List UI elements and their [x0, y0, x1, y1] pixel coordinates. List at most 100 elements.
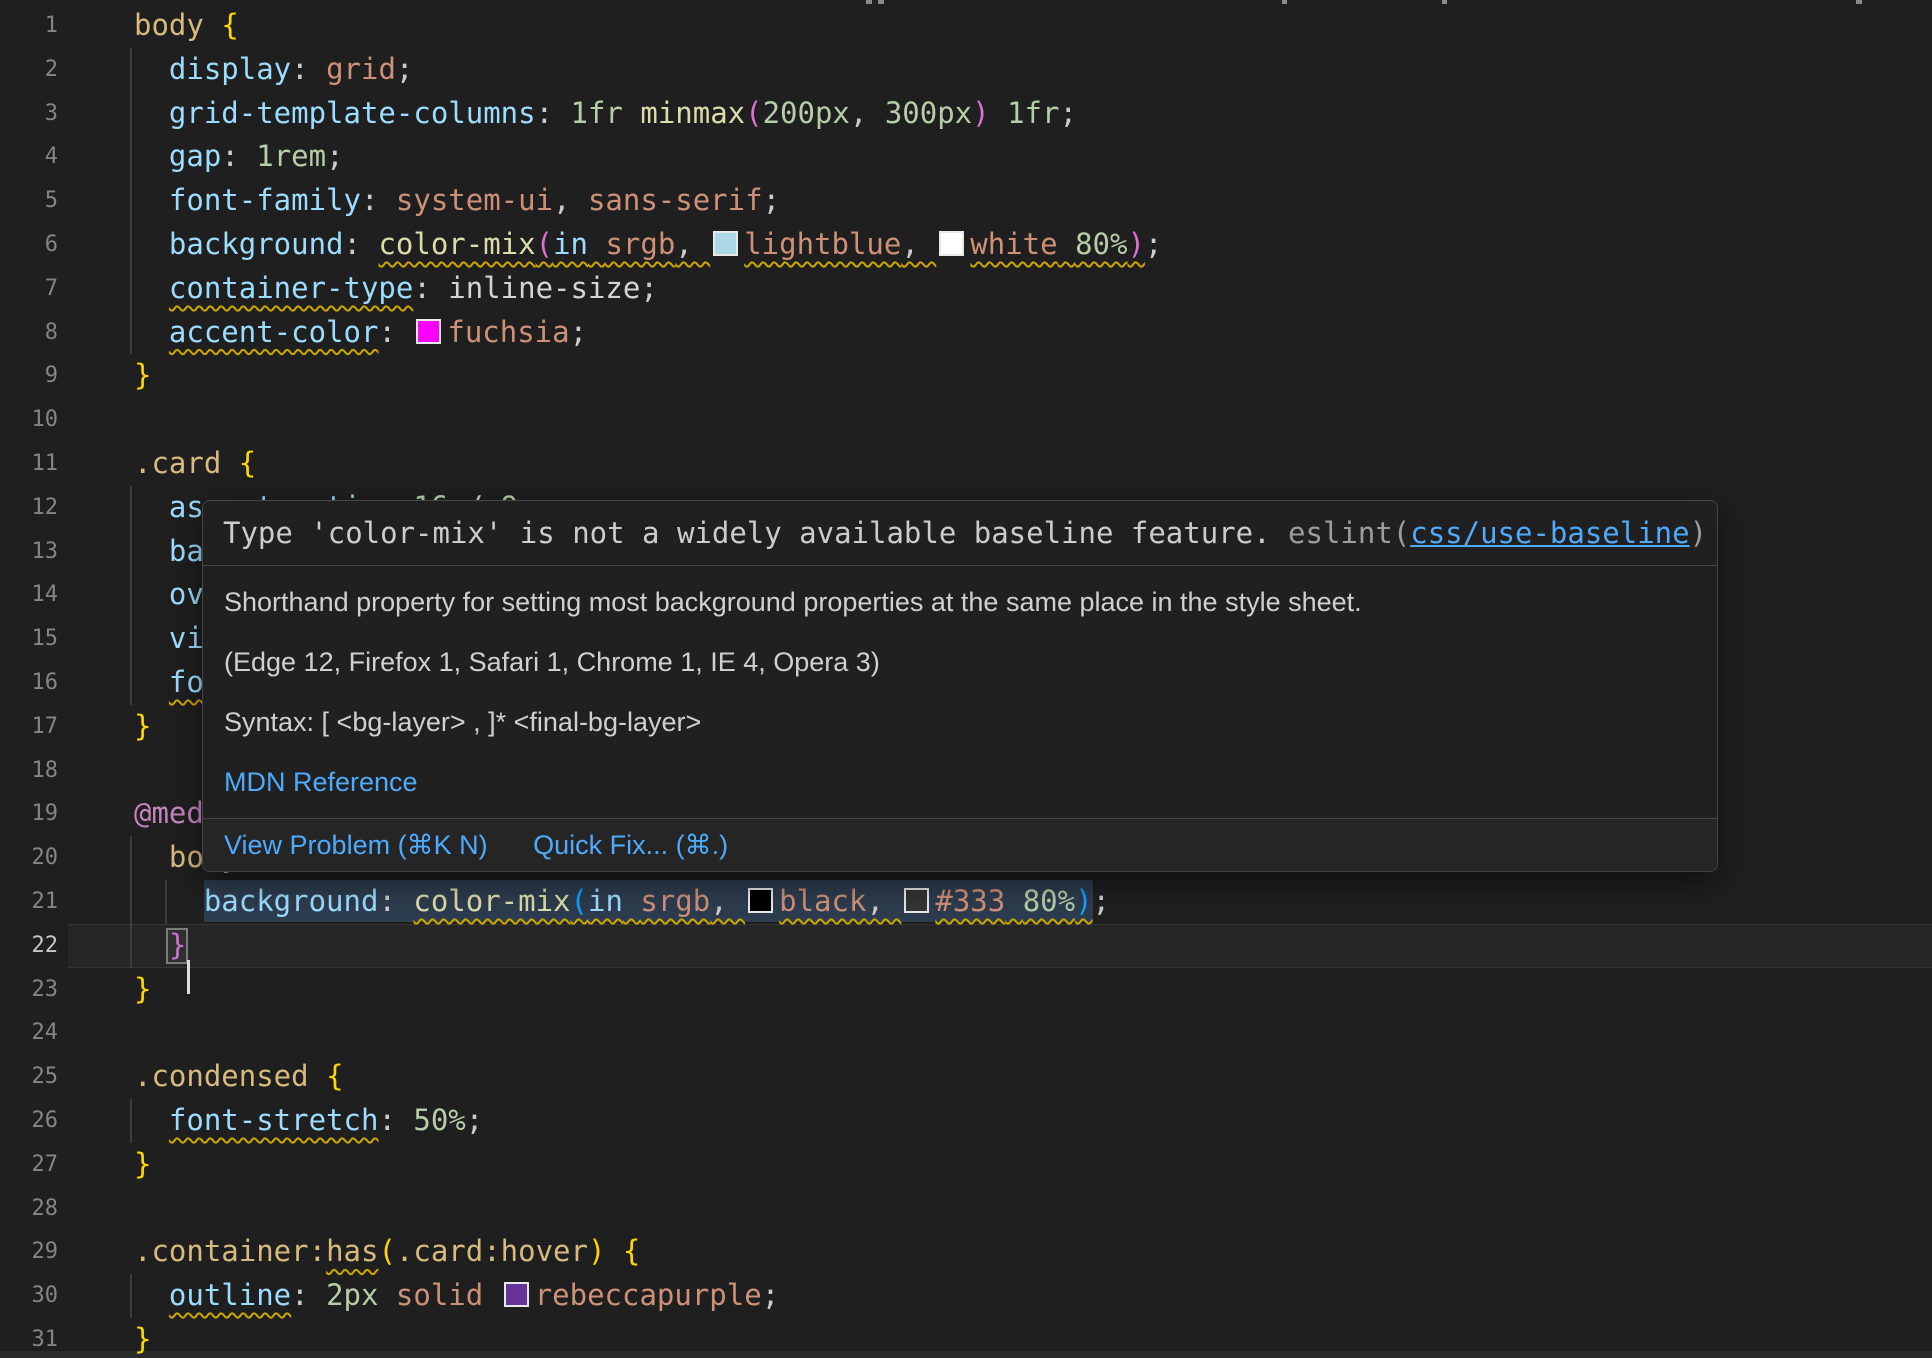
- code-text[interactable]: background: color-mix(in srgb, lightblue…: [134, 223, 1162, 267]
- code-text[interactable]: ba: [134, 530, 204, 574]
- code-line[interactable]: 22 }: [0, 924, 1932, 968]
- code-line[interactable]: 1body {: [0, 4, 1932, 48]
- code-token: ,: [850, 96, 885, 130]
- cutoff-text-fragment: [866, 0, 872, 4]
- code-line[interactable]: 29 .container:has(.card:hover) {: [0, 1230, 1932, 1274]
- code-token: ;: [763, 183, 780, 217]
- code-text[interactable]: fo: [134, 661, 204, 705]
- bottom-panel-edge: [0, 1351, 1932, 1358]
- code-text[interactable]: outline: 2px solid rebeccapurple;: [134, 1274, 779, 1318]
- code-token: 1rem: [256, 139, 326, 173]
- warning-squiggle: font-stretch: [169, 1103, 379, 1137]
- code-text[interactable]: font-stretch: 50%;: [134, 1099, 483, 1143]
- code-line[interactable]: 21 background: color-mix(in srgb, black,…: [0, 880, 1932, 924]
- color-swatch[interactable]: [904, 888, 929, 913]
- code-text[interactable]: }: [134, 1318, 151, 1358]
- code-line[interactable]: 27}: [0, 1143, 1932, 1187]
- code-text[interactable]: .condensed {: [134, 1055, 344, 1099]
- code-token: in: [553, 227, 588, 261]
- code-text[interactable]: font-family: system-ui, sans-serif;: [134, 179, 780, 223]
- code-line[interactable]: 7 container-type: inline-size;: [0, 267, 1932, 311]
- code-text[interactable]: background: color-mix(in srgb, black, #3…: [134, 880, 1110, 924]
- code-text[interactable]: vi: [134, 617, 204, 661]
- code-token: fo: [169, 665, 204, 699]
- color-swatch[interactable]: [713, 231, 738, 256]
- code-token: [134, 840, 169, 874]
- code-token: :: [378, 315, 413, 349]
- indent-guide: [130, 48, 132, 92]
- code-token: [990, 96, 1007, 130]
- code-text[interactable]: container-type: inline-size;: [134, 267, 658, 311]
- code-text[interactable]: grid-template-columns: 1fr minmax(200px,…: [134, 92, 1077, 136]
- warning-squiggle: outline: [169, 1278, 291, 1312]
- code-token: inline-size: [448, 271, 640, 305]
- code-line[interactable]: 5 font-family: system-ui, sans-serif;: [0, 179, 1932, 223]
- code-token: [1058, 227, 1075, 261]
- code-token: :: [378, 884, 413, 918]
- code-token: minmax: [640, 96, 745, 130]
- code-text[interactable]: .container:has(.card:hover) {: [134, 1230, 640, 1274]
- code-token: 300px: [885, 96, 972, 130]
- code-text[interactable]: gap: 1rem;: [134, 135, 344, 179]
- quick-fix-action[interactable]: Quick Fix... (⌘.): [533, 830, 728, 860]
- code-line[interactable]: 25 .condensed {: [0, 1055, 1932, 1099]
- code-line[interactable]: 23}: [0, 968, 1932, 1012]
- code-editor: 1body {2 display: grid;3 grid-template-c…: [0, 0, 1932, 1358]
- code-line[interactable]: 30 outline: 2px solid rebeccapurple;: [0, 1274, 1932, 1318]
- code-text[interactable]: }: [134, 924, 186, 968]
- code-text[interactable]: }: [134, 705, 151, 749]
- code-token: [134, 96, 169, 130]
- line-number: 29: [0, 1230, 58, 1274]
- code-token: #333: [935, 884, 1005, 918]
- color-swatch[interactable]: [416, 319, 441, 344]
- code-line[interactable]: 9}: [0, 354, 1932, 398]
- line-number: 3: [0, 92, 58, 136]
- warning-squiggle: (: [536, 227, 553, 261]
- code-line[interactable]: 8 accent-color: fuchsia;: [0, 311, 1932, 355]
- code-line[interactable]: 28: [0, 1187, 1932, 1231]
- code-token: fuchsia: [447, 315, 569, 349]
- code-token: 80%: [1075, 227, 1127, 261]
- code-line[interactable]: 10: [0, 398, 1932, 442]
- code-line[interactable]: 26 font-stretch: 50%;: [0, 1099, 1932, 1143]
- color-swatch[interactable]: [939, 231, 964, 256]
- code-token: .card:hover: [396, 1234, 588, 1268]
- warning-squiggle: 80%: [1075, 227, 1127, 261]
- code-token: :: [536, 96, 571, 130]
- eslint-rule-link[interactable]: css/use-baseline: [1410, 516, 1689, 550]
- code-line[interactable]: 4 gap: 1rem;: [0, 135, 1932, 179]
- view-problem-action[interactable]: View Problem (⌘K N): [224, 830, 488, 860]
- code-text[interactable]: display: grid;: [134, 48, 413, 92]
- mdn-reference-link[interactable]: MDN Reference: [224, 767, 418, 797]
- code-line[interactable]: 3 grid-template-columns: 1fr minmax(200p…: [0, 92, 1932, 136]
- code-text[interactable]: body {: [134, 4, 239, 48]
- code-token: [134, 315, 169, 349]
- code-text[interactable]: }: [134, 968, 151, 1012]
- line-number: 25: [0, 1055, 58, 1099]
- code-token: {: [326, 1059, 343, 1093]
- code-line[interactable]: 2 display: grid;: [0, 48, 1932, 92]
- code-text[interactable]: }: [134, 354, 151, 398]
- code-token: system-ui: [396, 183, 553, 217]
- color-swatch[interactable]: [504, 1282, 529, 1307]
- code-token: ;: [640, 271, 657, 305]
- code-token: [134, 1278, 169, 1312]
- warning-squiggle: white: [970, 227, 1057, 261]
- code-token: container-type: [169, 271, 413, 305]
- line-number: 9: [0, 354, 58, 398]
- code-token: lightblue: [744, 227, 901, 261]
- code-line[interactable]: 6 background: color-mix(in srgb, lightbl…: [0, 223, 1932, 267]
- code-line[interactable]: 11.card {: [0, 442, 1932, 486]
- line-number: 6: [0, 223, 58, 267]
- code-text[interactable]: accent-color: fuchsia;: [134, 311, 587, 355]
- code-line[interactable]: 24: [0, 1011, 1932, 1055]
- warning-squiggle: color-mix(in srgb, black, #333 80%): [413, 884, 1092, 918]
- code-token: [134, 928, 169, 962]
- code-text[interactable]: .card {: [134, 442, 256, 486]
- line-number: 13: [0, 530, 58, 574]
- code-text[interactable]: }: [134, 1143, 151, 1187]
- code-token: :: [344, 227, 379, 261]
- code-text[interactable]: ov: [134, 573, 204, 617]
- code-token: ;: [762, 1278, 779, 1312]
- color-swatch[interactable]: [748, 888, 773, 913]
